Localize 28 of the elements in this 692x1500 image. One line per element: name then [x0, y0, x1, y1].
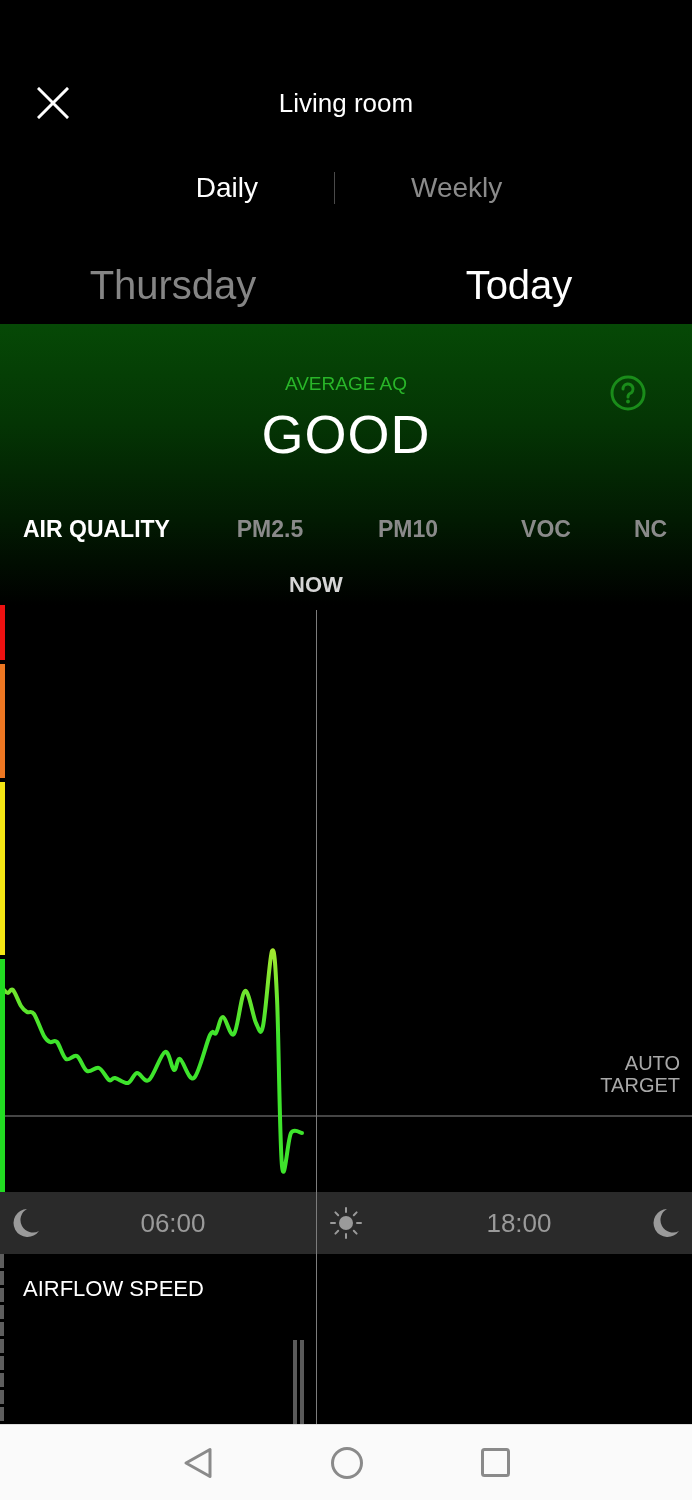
close-icon — [37, 87, 69, 119]
recents-button[interactable] — [480, 1448, 510, 1477]
pollutant-tab[interactable]: NC — [634, 515, 668, 543]
time-label: 06:00 — [140, 1207, 206, 1239]
close-button[interactable] — [37, 87, 69, 119]
home-icon — [330, 1446, 363, 1479]
back-icon — [182, 1446, 213, 1479]
pollutant-tab[interactable]: PM2.5 — [236, 515, 304, 543]
sun-icon — [330, 1207, 362, 1239]
average-aq-label: AVERAGE AQ — [284, 373, 408, 395]
target-label: AUTO TARGET — [599, 1052, 680, 1096]
pollutant-tab[interactable]: AIR QUALITY — [23, 515, 170, 543]
recents-icon — [480, 1448, 510, 1477]
help-icon — [610, 375, 646, 411]
pollutant-tab[interactable]: PM10 — [377, 515, 439, 543]
average-aq-value: GOOD — [261, 405, 431, 463]
home-button[interactable] — [330, 1446, 363, 1479]
day-tab[interactable]: Today — [465, 261, 573, 309]
pollutant-tab[interactable]: VOC — [521, 515, 571, 543]
period-tab[interactable]: Daily — [195, 172, 258, 204]
now-label: NOW — [289, 573, 343, 597]
help-button[interactable] — [610, 375, 646, 411]
back-button[interactable] — [182, 1446, 213, 1479]
day-tab[interactable]: Thursday — [89, 261, 257, 309]
airflow-title: AIRFLOW SPEED — [23, 1276, 204, 1302]
room-title: Living room — [278, 87, 414, 119]
time-label: 18:00 — [486, 1207, 552, 1239]
period-tab[interactable]: Weekly — [410, 172, 503, 204]
